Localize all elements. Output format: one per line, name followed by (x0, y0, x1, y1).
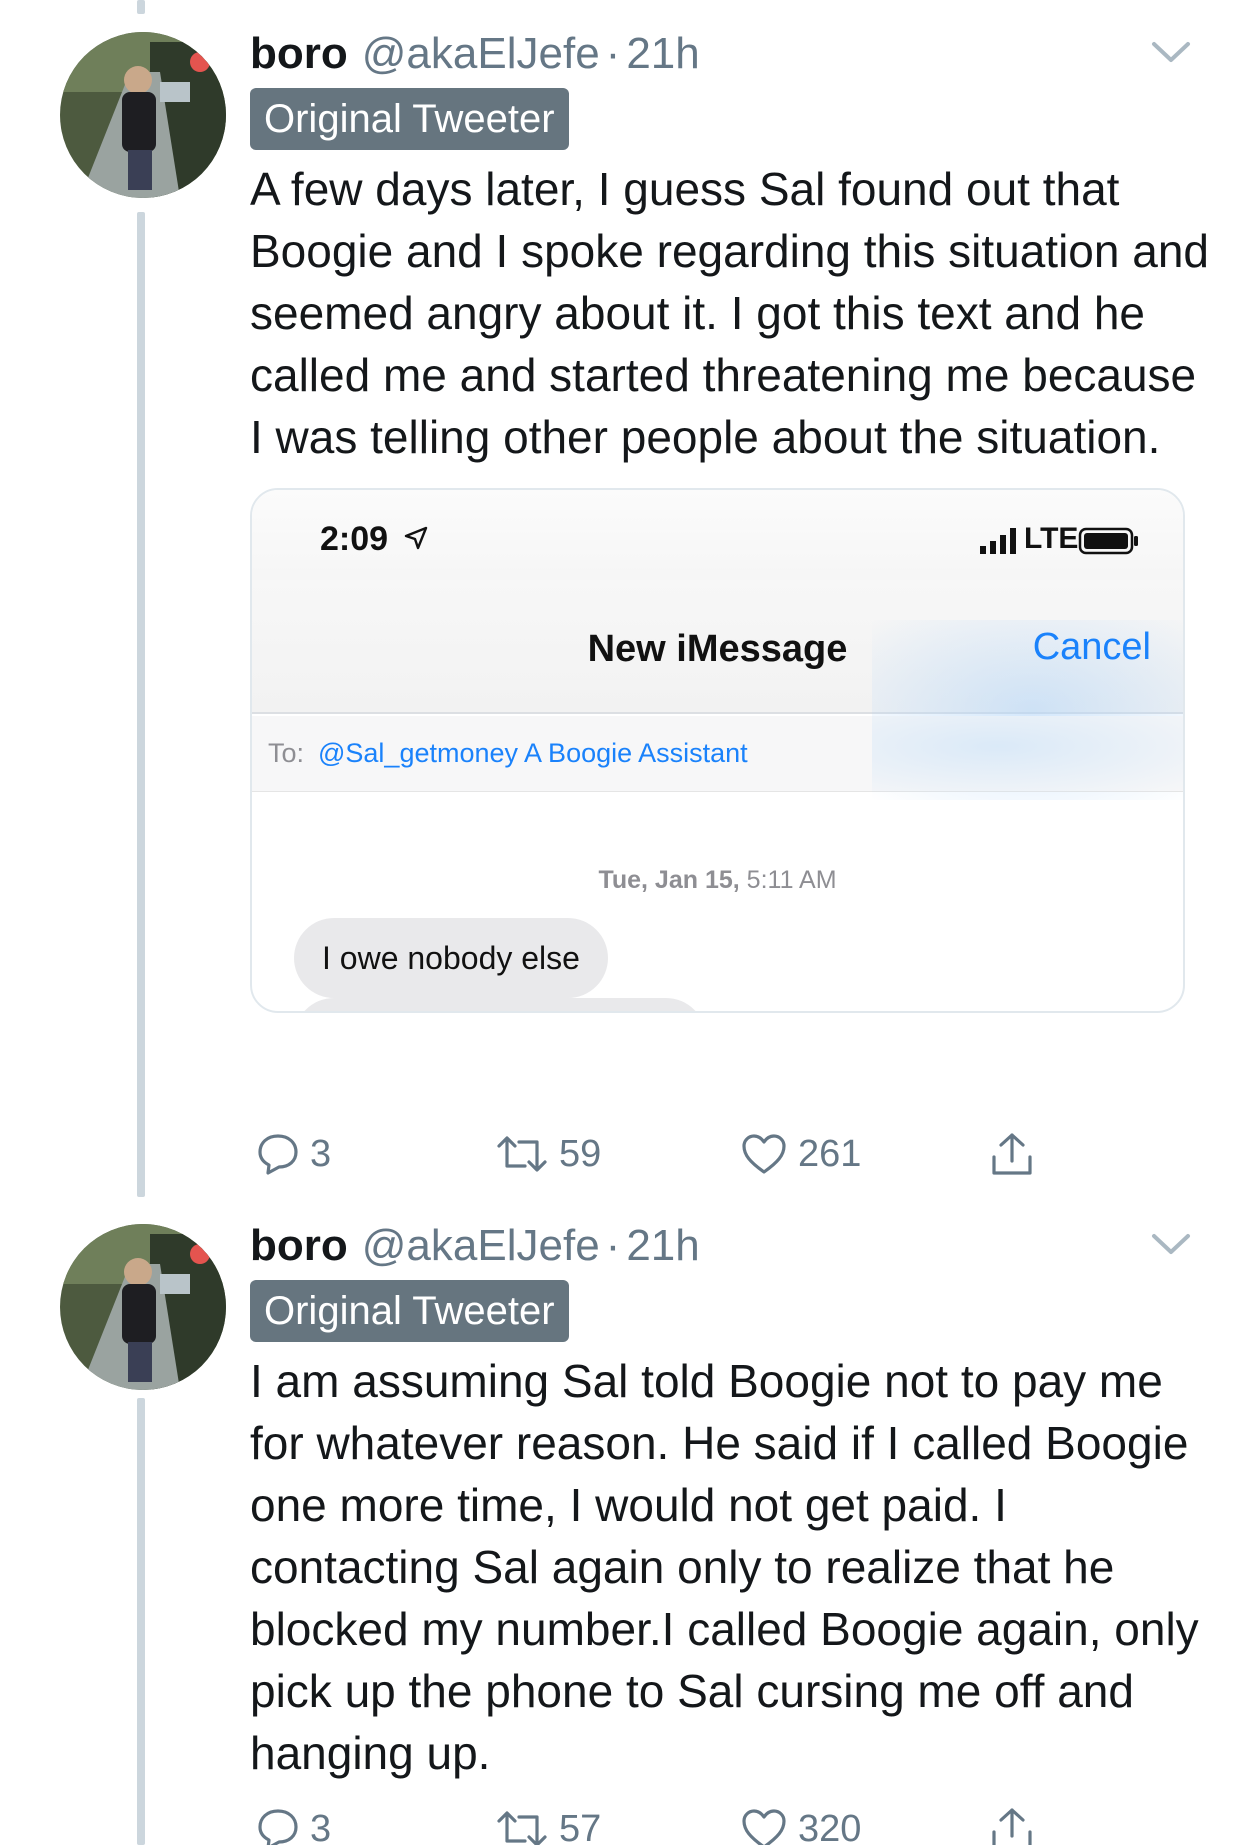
media-card[interactable]: 2:09 LTE New iMessage Cancel To: @Sal_ge… (250, 488, 1185, 1013)
recipient: @Sal_getmoney A Boogie Assistant (318, 738, 748, 768)
retweet-count: 59 (559, 1132, 602, 1175)
like-count: 261 (798, 1132, 862, 1175)
username[interactable]: @akaElJefe (362, 1221, 600, 1271)
retweet-count: 57 (559, 1807, 602, 1845)
signal-icon (980, 528, 1016, 554)
reply-button[interactable]: 3 (256, 1799, 331, 1845)
separator: · (605, 29, 621, 78)
like-icon (742, 1134, 786, 1174)
share-button[interactable] (988, 1799, 1036, 1845)
tweet[interactable]: boro @akaElJefe · 21h Original Tweeter I… (0, 1216, 1242, 1845)
tweet-header: boro @akaElJefe · 21h (250, 24, 700, 84)
location-arrow-icon (404, 526, 428, 550)
separator: · (605, 1221, 621, 1270)
share-icon (992, 1133, 1032, 1175)
cancel-button: Cancel (1032, 626, 1151, 668)
username[interactable]: @akaElJefe (362, 29, 600, 79)
timestamp[interactable]: 21h (626, 29, 699, 79)
reply-count: 3 (310, 1807, 332, 1845)
retweet-icon (497, 1811, 547, 1845)
tweet-text: I am assuming Sal told Boogie not to pay… (250, 1355, 1199, 1779)
tweet-text: A few days later, I guess Sal found out … (250, 163, 1209, 463)
battery-icon (1078, 527, 1138, 555)
status-bar: 2:09 LTE (252, 490, 1183, 580)
reply-count: 3 (310, 1132, 332, 1175)
share-icon (992, 1808, 1032, 1845)
chevron-down-icon[interactable] (1148, 1224, 1194, 1264)
network-label: LTE (1024, 522, 1079, 555)
message-day: Tue, Jan 15, (598, 866, 740, 894)
chevron-down-icon[interactable] (1148, 32, 1194, 72)
share-button[interactable] (988, 1124, 1036, 1184)
avatar[interactable] (60, 1224, 226, 1390)
reply-icon (258, 1134, 298, 1175)
like-button[interactable]: 261 (740, 1124, 861, 1184)
tweet-header: boro @akaElJefe · 21h (250, 1216, 700, 1276)
display-name[interactable]: boro (250, 29, 348, 79)
like-icon (742, 1809, 786, 1845)
tweet-actions: 3 57 320 (250, 1799, 1150, 1845)
message-date: Tue, Jan 15, 5:11 AM (252, 866, 1183, 895)
retweet-button[interactable]: 59 (495, 1124, 601, 1184)
like-count: 320 (798, 1807, 862, 1845)
reply-icon (258, 1809, 298, 1845)
tweet-actions: 3 59 261 (250, 1124, 1150, 1184)
original-tweeter-badge: Original Tweeter (250, 1280, 569, 1342)
like-button[interactable]: 320 (740, 1799, 861, 1845)
thread-line-top (137, 0, 145, 14)
message-bubble-partial (294, 998, 706, 1011)
imessage-nav-bar: New iMessage Cancel (252, 580, 1183, 800)
avatar[interactable] (60, 32, 226, 198)
original-tweeter-badge: Original Tweeter (250, 88, 569, 150)
recipient-row: To: @Sal_getmoney A Boogie Assistant (252, 716, 1183, 792)
retweet-icon (497, 1136, 547, 1172)
reply-button[interactable]: 3 (256, 1124, 331, 1184)
retweet-button[interactable]: 57 (495, 1799, 601, 1845)
tweet[interactable]: boro @akaElJefe · 21h Original Tweeter A… (0, 24, 1242, 1194)
to-label: To: (268, 738, 305, 768)
message-bubble: I owe nobody else (294, 918, 608, 998)
status-time: 2:09 (320, 520, 389, 558)
timestamp[interactable]: 21h (626, 1221, 699, 1271)
display-name[interactable]: boro (250, 1221, 348, 1271)
message-time: 5:11 AM (746, 866, 837, 894)
